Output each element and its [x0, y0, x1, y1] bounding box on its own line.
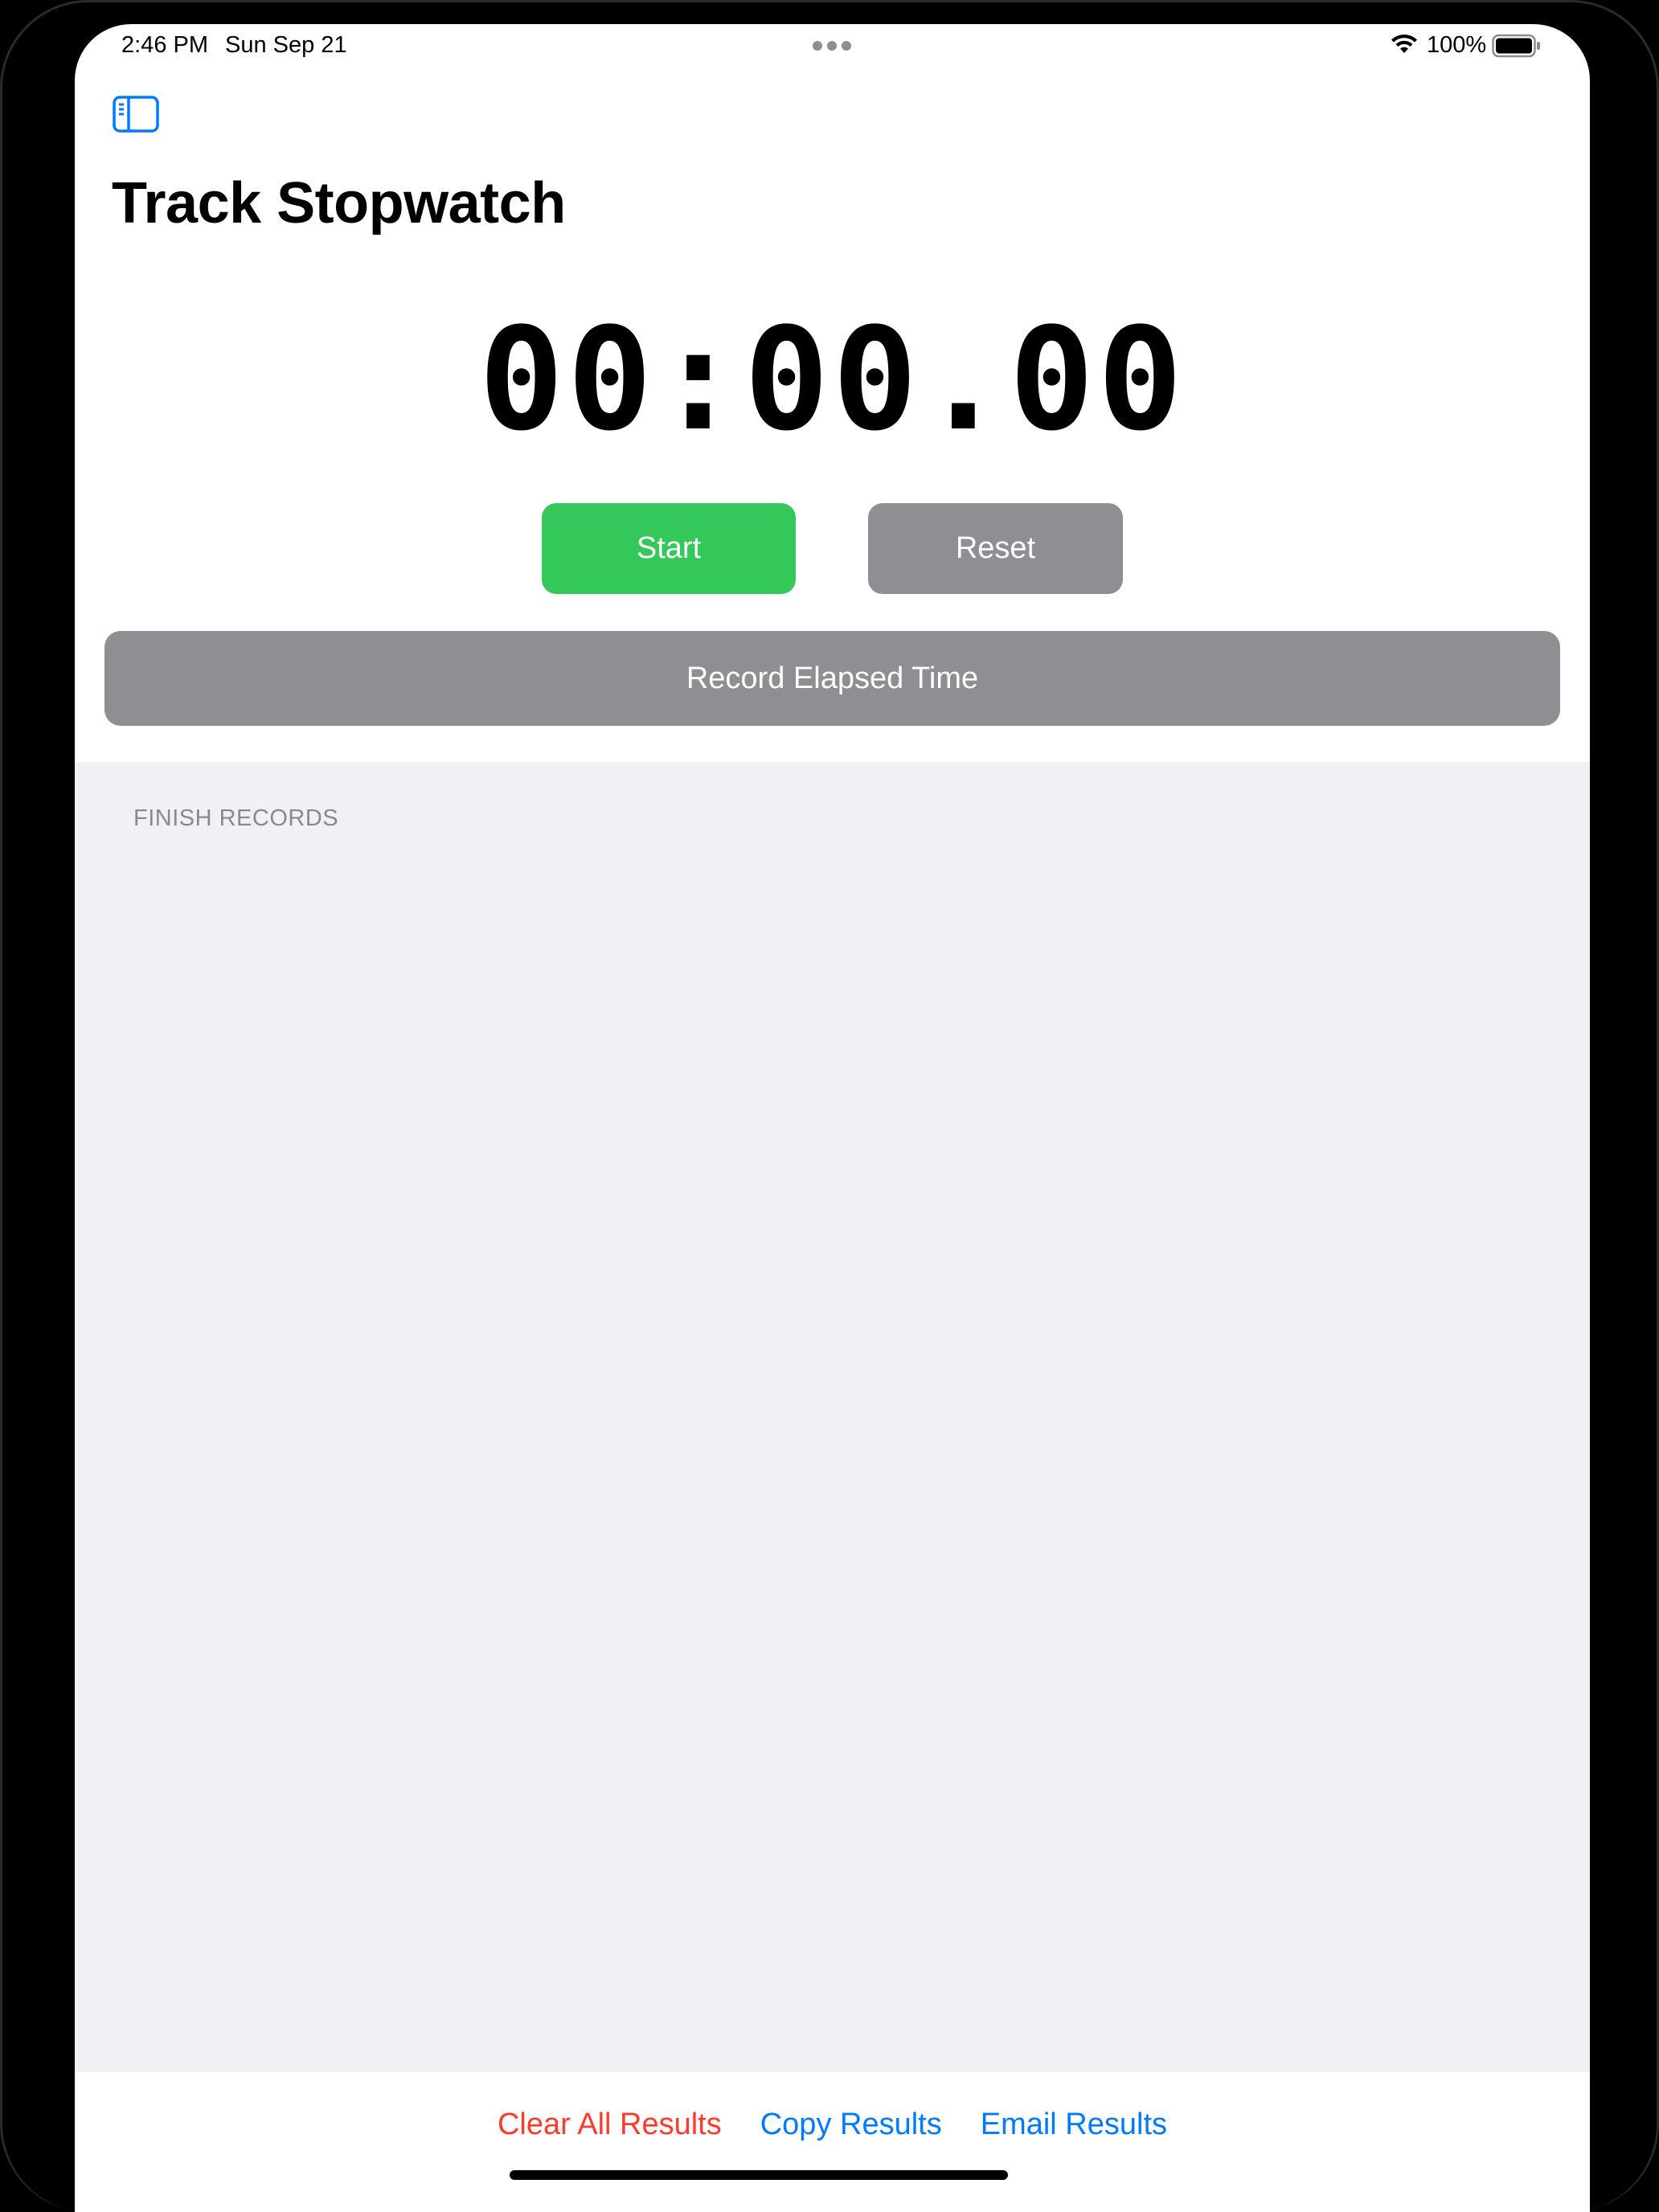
clear-all-results-button[interactable]: Clear All Results — [498, 2108, 722, 2142]
finish-records-header: FINISH RECORDS — [133, 805, 339, 831]
home-indicator[interactable] — [510, 2170, 1008, 2180]
wifi-icon — [1391, 35, 1417, 53]
sidebar-toggle-icon[interactable] — [112, 95, 160, 133]
device-bezel: 2:46 PM Sun Sep 21 100% Track Stopwatch … — [0, 0, 1659, 2212]
record-elapsed-time-button[interactable]: Record Elapsed Time — [104, 631, 1560, 726]
email-results-button[interactable]: Email Results — [981, 2108, 1167, 2142]
page-title: Track Stopwatch — [112, 171, 566, 236]
result-actions: Clear All Results Copy Results Email Res… — [75, 2108, 1590, 2142]
elapsed-time-display: 00:00.00 — [478, 297, 1186, 462]
status-time: 2:46 PM — [121, 32, 208, 58]
finish-records-list[interactable]: FINISH RECORDS — [75, 762, 1590, 2072]
reset-button[interactable]: Reset — [868, 503, 1123, 594]
battery-full-icon — [1492, 34, 1540, 58]
app-screen: 2:46 PM Sun Sep 21 100% Track Stopwatch … — [75, 24, 1590, 2212]
multitasking-dots-icon[interactable] — [813, 41, 851, 51]
start-button[interactable]: Start — [542, 503, 796, 594]
copy-results-button[interactable]: Copy Results — [760, 2108, 942, 2142]
status-date: Sun Sep 21 — [225, 32, 347, 58]
battery-percentage: 100% — [1427, 32, 1487, 58]
status-bar: 2:46 PM Sun Sep 21 100% — [75, 24, 1590, 69]
bottom-toolbar: Clear All Results Copy Results Email Res… — [75, 2072, 1590, 2212]
